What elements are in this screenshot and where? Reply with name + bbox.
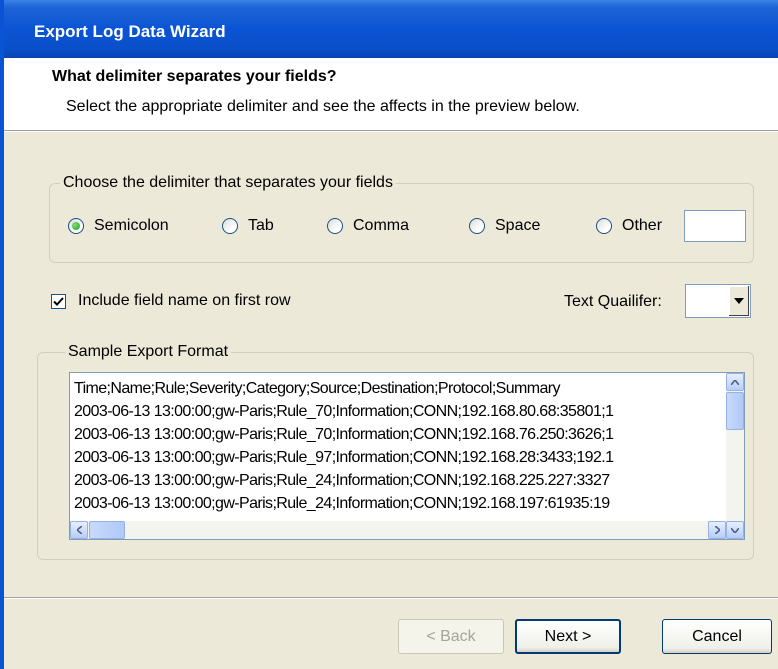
radio-semicolon-label: Semicolon [94, 217, 169, 234]
footer-divider-highlight [0, 598, 778, 599]
delimiter-group-legend: Choose the delimiter that separates your… [60, 173, 396, 193]
page-title: What delimiter separates your fields? [52, 68, 337, 85]
radio-tab[interactable]: Tab [222, 213, 274, 239]
scroll-left-icon[interactable] [70, 521, 88, 539]
other-delimiter-input[interactable] [684, 210, 746, 242]
sample-line: 2003-06-13 13:00:00;gw-Paris;Rule_97;Inf… [74, 449, 614, 466]
text-qualifier-select[interactable] [685, 284, 751, 318]
sample-group-legend: Sample Export Format [65, 342, 232, 362]
radio-other[interactable]: Other [596, 213, 662, 239]
title-bar[interactable]: Export Log Data Wizard [0, 0, 778, 58]
radio-space-label: Space [495, 217, 541, 234]
radio-comma-label: Comma [353, 217, 410, 234]
back-button[interactable]: < Back [398, 619, 504, 654]
wizard-header: What delimiter separates your fields? Se… [0, 58, 778, 130]
horizontal-scroll-thumb[interactable] [89, 521, 125, 539]
sample-line: 2003-06-13 13:00:00;gw-Paris;Rule_70;Inf… [74, 403, 614, 420]
radio-semicolon[interactable]: Semicolon [68, 213, 169, 239]
sample-line: 2003-06-13 13:00:00;gw-Paris;Rule_24;Inf… [74, 495, 610, 512]
include-field-names-label: Include field name on first row [78, 292, 291, 309]
vertical-scrollbar[interactable] [726, 373, 744, 539]
sample-line: 2003-06-13 13:00:00;gw-Paris;Rule_24;Inf… [74, 472, 610, 489]
radio-other-label: Other [622, 217, 663, 234]
cancel-button[interactable]: Cancel [662, 619, 772, 654]
sample-preview-box[interactable]: Time;Name;Rule;Severity;Category;Source;… [69, 372, 745, 540]
radio-checked-icon [68, 218, 84, 234]
scroll-down-icon[interactable] [726, 521, 744, 539]
sample-line: 2003-06-13 13:00:00;gw-Paris;Rule_70;Inf… [74, 426, 614, 443]
export-wizard-window: Export Log Data Wizard What delimiter se… [0, 0, 778, 669]
page-subtitle: Select the appropriate delimiter and see… [66, 98, 580, 115]
window-title: Export Log Data Wizard [34, 22, 226, 41]
radio-unchecked-icon [469, 218, 485, 234]
radio-unchecked-icon [327, 218, 343, 234]
sample-line: Time;Name;Rule;Severity;Category;Source;… [74, 380, 561, 397]
checkmark-icon [51, 293, 66, 309]
horizontal-scrollbar[interactable] [70, 521, 726, 539]
wizard-body: Choose the delimiter that separates your… [0, 132, 778, 669]
radio-comma[interactable]: Comma [327, 213, 409, 239]
dropdown-arrow-icon[interactable] [728, 286, 749, 316]
vertical-scroll-thumb[interactable] [726, 392, 744, 430]
scroll-up-icon[interactable] [726, 373, 744, 391]
radio-unchecked-icon [596, 218, 612, 234]
scroll-right-icon[interactable] [708, 521, 726, 539]
next-button[interactable]: Next > [515, 619, 621, 654]
sample-lines: Time;Name;Rule;Severity;Category;Source;… [74, 377, 724, 515]
window-left-border [0, 0, 4, 669]
text-qualifier-label: Text Quailifer: [564, 293, 662, 310]
radio-space[interactable]: Space [469, 213, 540, 239]
include-field-names-checkbox[interactable]: Include field name on first row [51, 292, 291, 310]
radio-unchecked-icon [222, 218, 238, 234]
radio-tab-label: Tab [248, 217, 274, 234]
